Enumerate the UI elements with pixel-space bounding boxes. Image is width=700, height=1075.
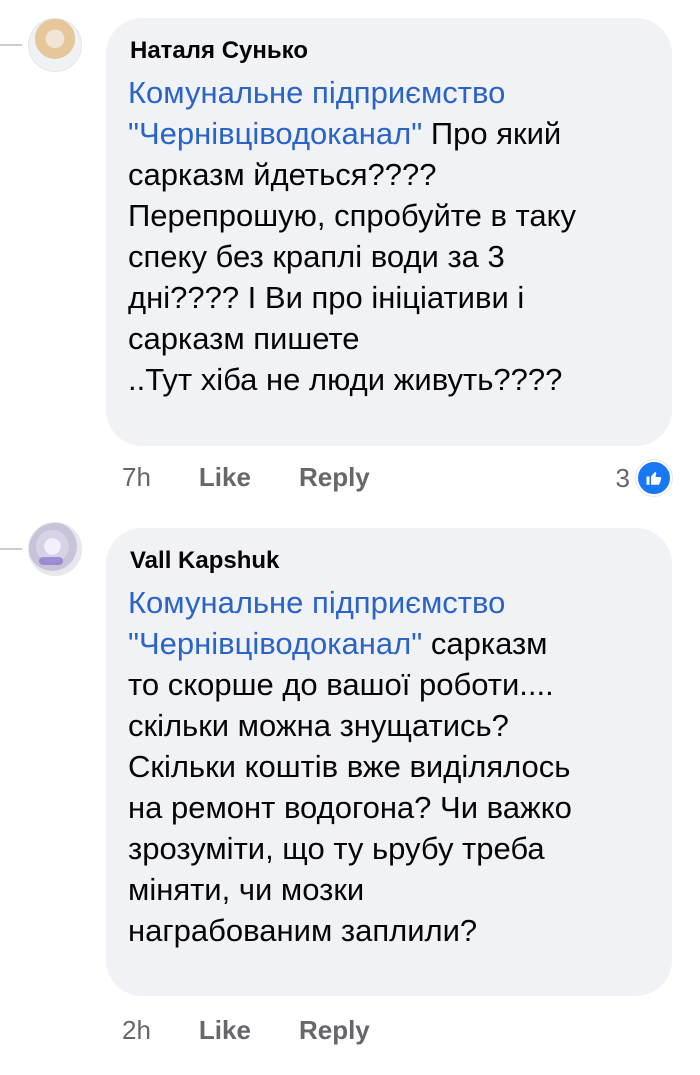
comment-text: Комунальне підприємство "Чернівціводокана… [128, 72, 650, 400]
comment-author[interactable]: Vall Kapshuk [130, 546, 650, 576]
like-button[interactable]: Like [199, 462, 251, 493]
avatar[interactable] [28, 522, 82, 576]
comment-line: сарказм пишете [128, 321, 360, 356]
thread-line [0, 548, 22, 550]
comment-line: на ремонт водогона? Чи важко [128, 790, 572, 825]
comment-line: спеку без краплі води за 3 [128, 239, 505, 274]
comment-line: Перепрошую, спробуйте в таку [128, 198, 577, 233]
like-button[interactable]: Like [199, 1015, 251, 1046]
comment-line: то скорше до вашої роботи.... [128, 667, 554, 702]
comment-line: награбованим заплили? [128, 913, 478, 948]
comment-line: зрозуміти, що ту ьрубу треба [128, 831, 545, 866]
comment-line: сарказм йдеться???? [128, 157, 437, 192]
comment-actions: 7h Like Reply [122, 462, 370, 493]
avatar[interactable] [28, 18, 82, 72]
comment-text-segment: сарказм [430, 626, 548, 661]
comment-line: дні???? І Ви про ініціативи і [128, 280, 525, 315]
comment-timestamp[interactable]: 7h [122, 462, 151, 493]
comment-actions: 2h Like Reply [122, 1015, 370, 1046]
thread-line [0, 44, 22, 46]
comment-timestamp[interactable]: 2h [122, 1015, 151, 1046]
comment-text-segment: Про який [430, 116, 562, 151]
comment-line: ..Тут хіба не люди живуть???? [128, 362, 563, 397]
comment-text: Комунальне підприємство "Чернівціводокана… [128, 582, 650, 951]
reply-button[interactable]: Reply [299, 1015, 370, 1046]
comment-line: міняти, чи мозки [128, 872, 365, 907]
comment-bubble: Наталя Сунько Комунальне підприємство "Че… [106, 18, 672, 446]
reaction-count: 3 [615, 462, 630, 493]
reply-button[interactable]: Reply [299, 462, 370, 493]
comment-bubble: Vall Kapshuk Комунальне підприємство "Чер… [106, 528, 672, 996]
thumbs-up-icon [636, 460, 672, 496]
comment-line: скільки можна знущатись? [128, 708, 509, 743]
comment-author[interactable]: Наталя Сунько [130, 36, 650, 66]
comment-line: Скільки коштів вже виділялось [128, 749, 571, 784]
reaction-summary[interactable]: 3 [616, 460, 672, 496]
